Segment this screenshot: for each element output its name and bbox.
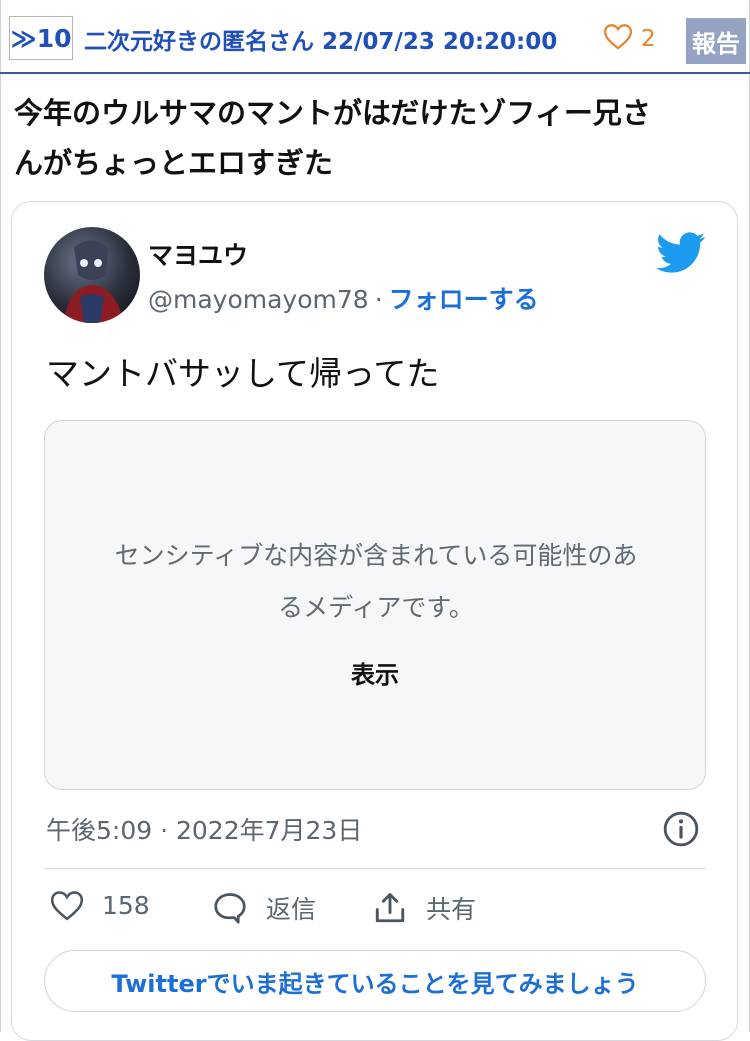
tweet-like-count: 158 <box>102 891 150 920</box>
tweet-text: マントバサッして帰ってた <box>46 354 440 393</box>
post-title: 今年のウルサマのマントがはだけたゾフィー兄さ んがちょっとエロすぎた <box>14 88 734 188</box>
notice-line: センシティブな内容が含まれている可能性のあ <box>114 541 638 570</box>
reply-label: 返信 <box>266 895 317 924</box>
show-media-button[interactable]: 表示 <box>0 655 750 690</box>
sensitive-media-notice: センシティブな内容が含まれている可能性のあ るメディアです。 <box>76 530 676 634</box>
twitter-cta-button[interactable]: Twitterでいま起きていることを見てみましょう <box>44 950 706 1012</box>
post-like-count: 2 <box>641 25 656 52</box>
tweet-like-button[interactable]: 158 <box>50 890 150 921</box>
separator: · <box>374 285 383 314</box>
share-upload-icon <box>375 893 405 923</box>
heart-icon <box>50 891 84 921</box>
notice-line: るメディアです。 <box>278 593 474 622</box>
tweet-timestamp[interactable]: 午後5:09 · 2022年7月23日 <box>46 811 362 847</box>
avatar[interactable] <box>44 227 140 323</box>
tweet-handle[interactable]: @mayomayom78 <box>148 285 369 314</box>
report-button[interactable]: 報告 <box>686 18 746 64</box>
reply-anchor-button[interactable]: ≫10 <box>9 16 73 60</box>
share-button[interactable]: 共有 <box>372 890 476 926</box>
post-title-line: 今年のウルサマのマントがはだけたゾフィー兄さ <box>14 96 651 130</box>
post-meta: 二次元好きの匿名さん 22/07/23 20:20:00 <box>84 29 558 55</box>
tweet-user-line: @mayomayom78 · フォローする <box>148 280 539 316</box>
speech-bubble-icon <box>214 893 246 924</box>
post-title-line: んがちょっとエロすぎた <box>14 146 334 180</box>
post-like-button[interactable]: 2 <box>603 23 656 54</box>
twitter-bird-icon[interactable] <box>656 232 706 278</box>
info-icon[interactable] <box>662 810 700 852</box>
share-label: 共有 <box>426 895 477 924</box>
follow-link[interactable]: フォローする <box>389 285 539 314</box>
divider <box>44 868 706 869</box>
heart-icon <box>603 23 633 54</box>
tweet-display-name[interactable]: マヨユウ <box>148 236 248 272</box>
reply-button[interactable]: 返信 <box>212 890 316 926</box>
post-header: ≫10 二次元好きの匿名さん 22/07/23 20:20:00 2 報告 <box>0 0 750 74</box>
